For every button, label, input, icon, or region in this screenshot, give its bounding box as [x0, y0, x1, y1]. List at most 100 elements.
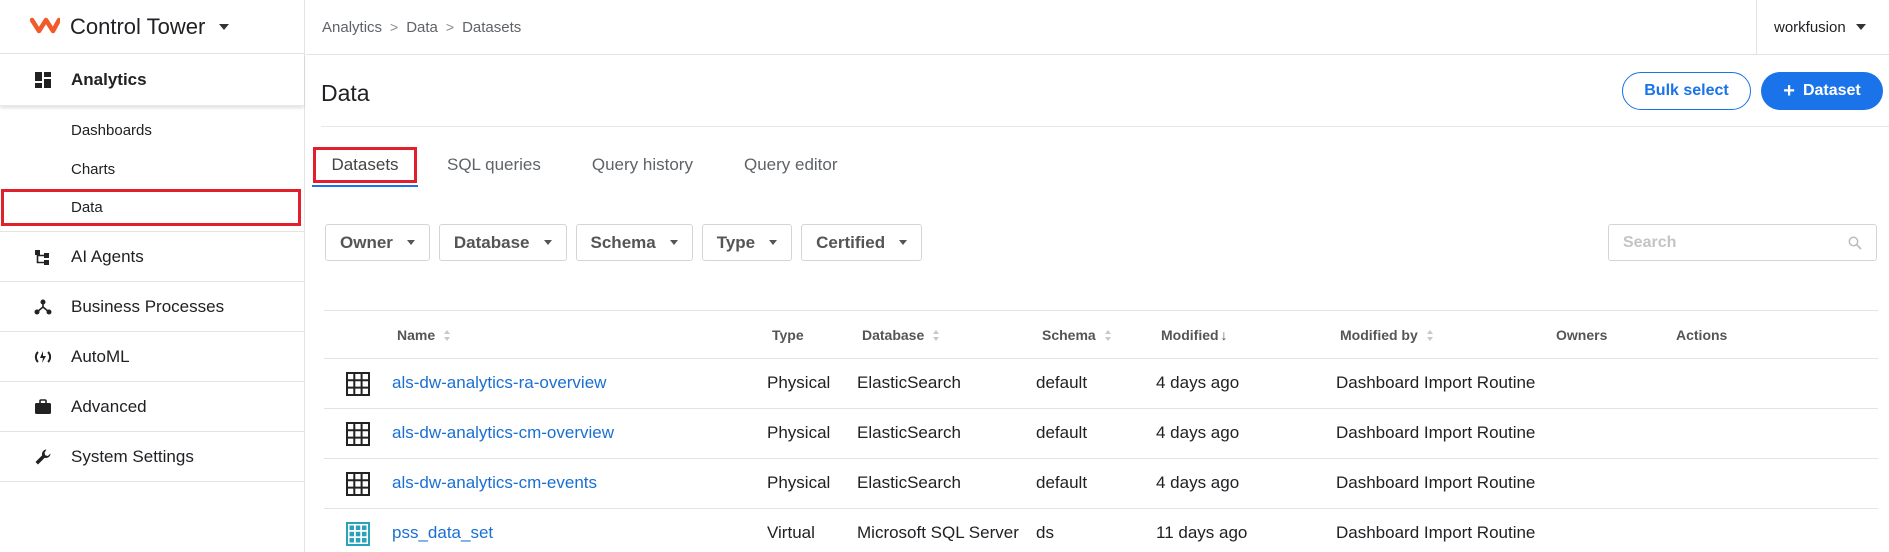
- dataset-name: als-dw-analytics-cm-overview: [392, 423, 614, 443]
- chevron-down-icon: [1855, 24, 1866, 30]
- filter-label: Schema: [590, 232, 656, 252]
- table-grid-icon: [346, 422, 370, 451]
- dataset-modified: 11 days ago: [1156, 523, 1248, 542]
- dashboard-grid-icon: [33, 70, 53, 90]
- column-header-owners: Owners: [1556, 327, 1607, 343]
- sidebar-subitem-data[interactable]: Data: [1, 189, 301, 226]
- table-row: pss_data_set Virtual Microsoft SQL Serve…: [324, 509, 1878, 552]
- dataset-type: Physical: [767, 373, 831, 392]
- top-bar: Analytics > Data > Datasets workfusion: [306, 0, 1889, 55]
- header-divider: [321, 126, 1889, 127]
- chevron-down-icon: [406, 240, 415, 245]
- column-label: Database: [862, 327, 925, 343]
- dataset-link[interactable]: als-dw-analytics-cm-events: [392, 473, 597, 492]
- database-filter[interactable]: Database: [438, 224, 567, 261]
- sidebar-item-label: Business Processes: [71, 296, 225, 316]
- type-filter[interactable]: Type: [701, 224, 793, 261]
- dataset-name: als-dw-analytics-cm-events: [392, 473, 597, 493]
- search-icon[interactable]: [1848, 236, 1862, 250]
- dataset-modified-by: Dashboard Import Routine: [1336, 423, 1536, 442]
- sidebar-item-label: System Settings: [71, 446, 194, 466]
- column-header-modified[interactable]: Modified ↓: [1161, 327, 1228, 343]
- user-menu[interactable]: workfusion: [1756, 0, 1889, 54]
- table-row: als-dw-analytics-ra-overview Physical El…: [324, 359, 1878, 409]
- tab-datasets[interactable]: Datasets: [313, 147, 417, 183]
- analytics-subnav: Dashboards Charts Data: [0, 106, 304, 232]
- dataset-modified: 4 days ago: [1156, 473, 1240, 492]
- tab-sql-queries[interactable]: SQL queries: [447, 147, 541, 183]
- sidebar-subitem-charts[interactable]: Charts: [0, 150, 304, 189]
- dataset-link[interactable]: als-dw-analytics-cm-overview: [392, 423, 614, 442]
- app-switcher[interactable]: Control Tower: [0, 0, 304, 54]
- sidebar-item-advanced[interactable]: Advanced: [0, 382, 304, 432]
- add-dataset-label: Dataset: [1802, 82, 1861, 99]
- column-label: Actions: [1676, 327, 1728, 343]
- column-header-actions: Actions: [1676, 327, 1727, 343]
- column-header-schema[interactable]: Schema: [1042, 327, 1112, 343]
- sidebar-item-system-settings[interactable]: System Settings: [0, 432, 304, 482]
- sidebar-item-automl[interactable]: AutoML: [0, 332, 304, 382]
- sort-descending-icon: ↓: [1220, 327, 1228, 343]
- control-tower-logo-icon: [30, 17, 60, 33]
- table-grid-icon: [346, 372, 370, 401]
- chevron-down-icon: [769, 240, 778, 245]
- column-header-name[interactable]: Name: [397, 327, 451, 343]
- process-nodes-icon: [33, 297, 53, 317]
- column-label: Name: [397, 327, 436, 343]
- chevron-down-icon: [669, 240, 678, 245]
- datasets-table: Name Type Database Schema Modified ↓ Modi…: [324, 310, 1878, 552]
- sidebar-subitem-dashboards[interactable]: Dashboards: [0, 111, 304, 150]
- briefcase-icon: [33, 397, 53, 417]
- bulk-select-button[interactable]: Bulk select: [1622, 72, 1751, 110]
- column-header-database[interactable]: Database: [862, 327, 940, 343]
- sidebar: Control Tower Analytics Dashboards Chart…: [0, 0, 305, 552]
- column-label: Modified: [1161, 327, 1219, 343]
- dataset-type: Virtual: [767, 523, 815, 542]
- tab-query-editor[interactable]: Query editor: [744, 147, 838, 183]
- search-input[interactable]: [1623, 233, 1833, 252]
- column-header-type: Type: [772, 327, 804, 343]
- dataset-link[interactable]: pss_data_set: [392, 523, 493, 542]
- table-grid-icon: [346, 472, 370, 501]
- user-name: workfusion: [1774, 18, 1846, 36]
- active-tab-indicator: [312, 185, 418, 187]
- chevron-right-icon: >: [390, 19, 399, 35]
- filter-label: Database: [453, 232, 530, 252]
- sort-icon: [1426, 329, 1434, 341]
- column-header-modified-by[interactable]: Modified by: [1340, 327, 1434, 343]
- wrench-icon: [33, 447, 53, 467]
- column-label: Schema: [1042, 327, 1096, 343]
- sidebar-item-business-processes[interactable]: Business Processes: [0, 282, 304, 332]
- breadcrumb-analytics[interactable]: Analytics: [322, 19, 382, 36]
- dataset-type: Physical: [767, 423, 831, 442]
- search-box: [1608, 224, 1877, 261]
- sidebar-item-label: Analytics: [71, 69, 147, 89]
- plus-icon: +: [1783, 80, 1795, 102]
- dataset-name: als-dw-analytics-ra-overview: [392, 373, 606, 393]
- sidebar-item-analytics[interactable]: Analytics: [0, 54, 304, 106]
- dataset-type: Physical: [767, 473, 831, 492]
- automl-icon: [33, 347, 53, 367]
- owner-filter[interactable]: Owner: [325, 224, 430, 261]
- dataset-link[interactable]: als-dw-analytics-ra-overview: [392, 373, 606, 392]
- filter-label: Certified: [816, 232, 886, 252]
- table-row: als-dw-analytics-cm-events Physical Elas…: [324, 459, 1878, 509]
- dataset-database: ElasticSearch: [857, 373, 961, 392]
- schema-filter[interactable]: Schema: [575, 224, 693, 261]
- certified-filter[interactable]: Certified: [801, 224, 923, 261]
- dataset-schema: ds: [1036, 523, 1054, 542]
- table-header: Name Type Database Schema Modified ↓ Modi…: [324, 310, 1878, 359]
- sidebar-item-ai-agents[interactable]: AI Agents: [0, 232, 304, 282]
- sort-icon: [933, 329, 940, 341]
- dataset-modified: 4 days ago: [1156, 373, 1240, 392]
- virtual-dataset-icon: [346, 522, 370, 551]
- breadcrumb-datasets: Datasets: [462, 18, 522, 36]
- dataset-modified-by: Dashboard Import Routine: [1336, 523, 1536, 542]
- tab-query-history[interactable]: Query history: [592, 147, 693, 183]
- add-dataset-button[interactable]: + Dataset: [1761, 72, 1883, 110]
- breadcrumb-data[interactable]: Data: [406, 19, 438, 36]
- sort-icon: [444, 329, 451, 341]
- filter-bar: Owner Database Schema Type Certified: [325, 224, 931, 261]
- chevron-right-icon: >: [445, 19, 455, 35]
- chevron-down-icon: [899, 240, 908, 245]
